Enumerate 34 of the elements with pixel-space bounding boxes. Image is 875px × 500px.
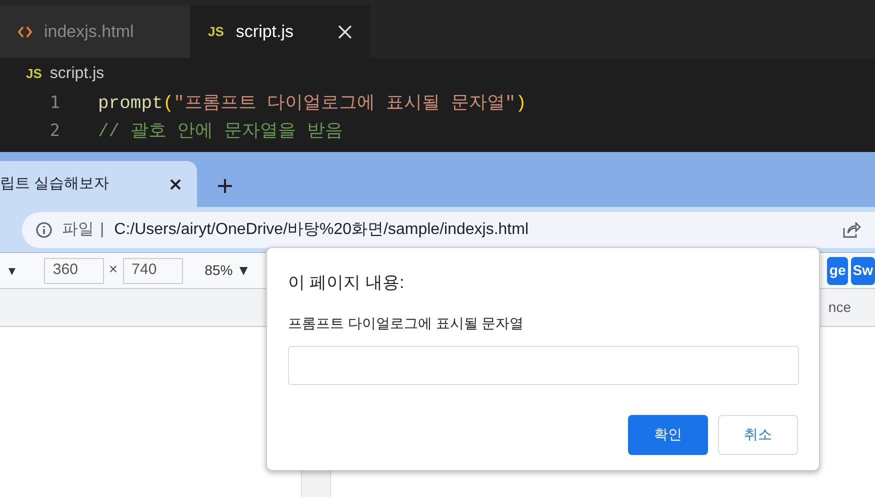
code-line: // 괄호 안에 문자열을 받음 — [98, 120, 343, 144]
editor-tab[interactable]: indexjs.html — [0, 5, 190, 58]
panel-tab[interactable]: nce — [828, 297, 851, 318]
dropdown-arrow[interactable]: ▼ — [6, 262, 18, 280]
plus-icon[interactable] — [218, 179, 232, 193]
scheme-label: 파일 — [62, 220, 94, 240]
line-number: 1 — [48, 92, 60, 116]
width-field[interactable]: 360 — [44, 258, 104, 284]
editor-tab[interactable]: JS script.js — [190, 5, 370, 58]
input-field[interactable] — [288, 346, 799, 384]
cancel-button[interactable]: 취소 — [718, 414, 798, 454]
tab-label: script.js — [236, 20, 294, 43]
dialog-message: 프롬프트 다이얼로그에 표시될 문자열 — [288, 314, 525, 332]
zoom-dropdown[interactable]: 85% ▼ — [204, 260, 250, 281]
toolbar-button[interactable]: Sw — [850, 256, 875, 284]
js-label: JS — [208, 22, 224, 41]
browser-tab[interactable]: 립트 실습해보자 — [0, 161, 197, 207]
ok-button[interactable]: 확인 — [628, 414, 708, 454]
js-label: JS — [26, 65, 42, 84]
url-text: C:/Users/airyt/OneDrive/바탕%20화면/sample/indexjs.html — [114, 220, 528, 240]
times-sign: × — [108, 260, 118, 280]
breadcrumb-file[interactable]: script.js — [50, 62, 104, 86]
dialog-title: 이 페이지 내용: — [288, 272, 406, 294]
line-number: 2 — [48, 120, 60, 144]
address-bar[interactable]: 파일 | C:/Users/airyt/OneDrive/바탕%20화면/sample/indexjs.html — [22, 212, 875, 248]
share-icon[interactable] — [843, 222, 861, 238]
close-icon[interactable] — [170, 178, 181, 190]
tab-label: indexjs.html — [44, 20, 134, 43]
code-icon — [18, 26, 32, 38]
code-line: prompt("프롬프트 다이얼로그에 표시될 문자열") — [98, 92, 526, 116]
height-field[interactable]: 740 — [122, 258, 183, 284]
separator: | — [100, 220, 104, 240]
toolbar-button[interactable]: ge — [827, 256, 848, 284]
info-icon[interactable] — [36, 222, 52, 238]
